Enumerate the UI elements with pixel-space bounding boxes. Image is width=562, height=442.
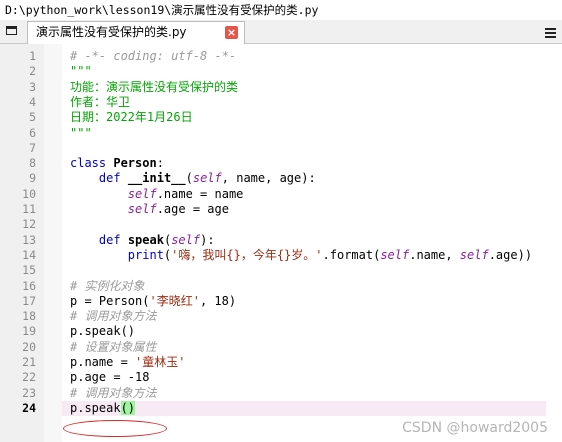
line-number: 7 <box>29 140 36 155</box>
line-number: 4 <box>29 94 36 109</box>
line-number: 19 <box>22 324 36 339</box>
code-line[interactable]: 18 # 调用对象方法 <box>0 309 562 324</box>
code-text: p.speak() <box>70 324 136 339</box>
code-line[interactable]: 1 # -*- coding: utf-8 -*- <box>0 49 562 64</box>
code-line[interactable]: 8 class Person: <box>0 156 562 171</box>
code-text: print('嗨，我叫{}，今年{}岁。'.format(self.name, … <box>127 247 533 262</box>
line-number: 5 <box>29 110 36 125</box>
line-number: 12 <box>22 217 36 232</box>
code-text: # 调用对象方法 <box>70 309 157 324</box>
code-line[interactable]: 10 self.name = name <box>0 187 562 202</box>
line-number: 22 <box>22 370 36 385</box>
line-number: 2 <box>29 64 36 79</box>
code-text: self.age = age <box>127 202 229 216</box>
code-text: 功能：演示属性没有受保护的类 <box>70 79 239 94</box>
line-number: 20 <box>22 339 36 354</box>
line-number: 24 <box>22 400 36 415</box>
line-number: 16 <box>22 278 36 293</box>
window-title: D:\python_work\lesson19\演示属性没有受保护的类.py <box>0 0 562 20</box>
watermark: CSDN @howard2005 <box>402 420 548 436</box>
code-line[interactable]: 20 # 设置对象属性 <box>0 340 562 355</box>
line-number: 18 <box>22 309 36 324</box>
code-text: p = Person('李晓红', 18) <box>70 293 237 308</box>
code-line[interactable]: 7 <box>0 141 562 156</box>
line-number: 21 <box>22 355 36 369</box>
code-text: # 实例化对象 <box>70 278 145 293</box>
code-text: p.speak() <box>70 400 136 415</box>
line-number: 10 <box>22 186 36 201</box>
code-line[interactable]: 11 self.age = age <box>0 202 562 217</box>
tab-label: 演示属性没有受保护的类.py <box>36 25 187 39</box>
code-line[interactable]: 3 功能：演示属性没有受保护的类 <box>0 80 562 95</box>
line-number: 6 <box>29 125 36 140</box>
code-line[interactable]: 22 p.age = -18 <box>0 370 562 385</box>
line-number: 17 <box>22 293 36 308</box>
close-icon[interactable]: × <box>225 26 238 39</box>
code-line[interactable]: 16 # 实例化对象 <box>0 279 562 294</box>
code-editor[interactable]: 1 # -*- coding: utf-8 -*- 2 """ 3 功能：演示属性没有受保… <box>0 44 562 442</box>
line-number: 23 <box>22 385 36 400</box>
line-number: 14 <box>22 247 36 262</box>
code-line[interactable]: 24 p.speak() <box>0 400 562 416</box>
window-icon[interactable] <box>6 26 17 35</box>
line-number: 8 <box>29 156 36 171</box>
code-line[interactable]: 21 p.name = '童林玉' <box>0 355 562 370</box>
line-number: 1 <box>29 49 36 63</box>
line-number: 3 <box>29 79 36 94</box>
code-line[interactable]: 17 p = Person('李晓红', 18) <box>0 294 562 309</box>
code-line[interactable]: 12 <box>0 217 562 232</box>
line-number: 9 <box>29 171 36 186</box>
annotation-ellipse <box>63 420 167 437</box>
code-line[interactable]: 19 p.speak() <box>0 324 562 339</box>
code-line[interactable]: 6 """ <box>0 126 562 141</box>
code-line[interactable]: 14 print('嗨，我叫{}，今年{}岁。'.format(self.nam… <box>0 248 562 263</box>
code-text: 作者：华卫 <box>70 94 131 109</box>
code-line[interactable]: 23 # 调用对象方法 <box>0 386 562 401</box>
tab-file[interactable]: 演示属性没有受保护的类.py × <box>27 21 245 44</box>
code-text: # 调用对象方法 <box>70 385 157 400</box>
code-text: # 设置对象属性 <box>70 339 157 354</box>
code-line[interactable]: 5 日期：2022年1月26日 <box>0 110 562 125</box>
line-number: 13 <box>22 232 36 247</box>
code-text: 日期：2022年1月26日 <box>70 110 193 125</box>
code-text: p.age = -18 <box>70 370 150 385</box>
tab-bar: 演示属性没有受保护的类.py × <box>0 20 562 44</box>
code-text: self.name = name <box>127 186 244 201</box>
code-line[interactable]: 2 """ <box>0 64 562 79</box>
code-text: class Person: <box>70 156 164 171</box>
line-number: 11 <box>22 202 36 216</box>
code-line[interactable]: 13 def speak(self): <box>0 233 562 248</box>
code-text: """ <box>70 125 92 140</box>
code-line[interactable]: 15 <box>0 263 562 278</box>
code-text: def __init__(self, name, age): <box>98 171 316 186</box>
code-text: def speak(self): <box>98 232 215 247</box>
code-text: p.name = '童林玉' <box>70 355 186 369</box>
code-text: """ <box>70 64 92 79</box>
code-line[interactable]: 9 def __init__(self, name, age): <box>0 171 562 186</box>
line-number: 15 <box>22 263 36 278</box>
menu-icon[interactable] <box>545 28 556 38</box>
code-line[interactable]: 4 作者：华卫 <box>0 95 562 110</box>
code-text: # -*- coding: utf-8 -*- <box>70 49 237 63</box>
